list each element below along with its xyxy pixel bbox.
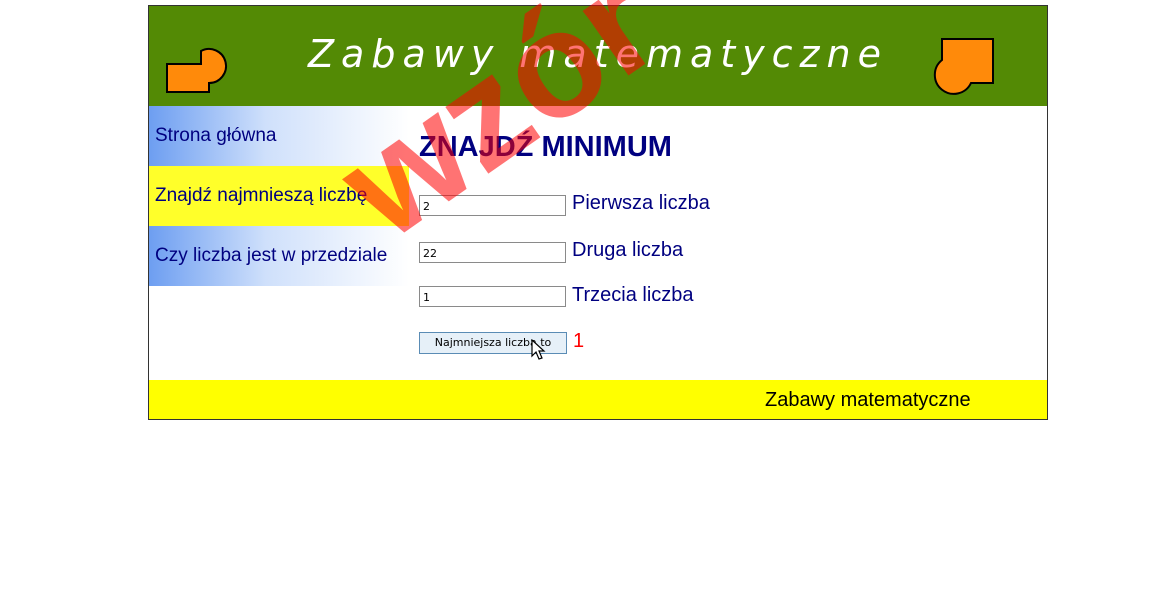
page-title: ZNAJDŹ MINIMUM (419, 131, 672, 163)
second-number-input[interactable]: 22 (419, 242, 566, 263)
sidebar-item-home[interactable]: Strona główna (149, 106, 409, 166)
sidebar-item-find-min[interactable]: Znajdź najmnieszą liczbę (149, 166, 409, 226)
sidebar-item-in-range[interactable]: Czy liczba jest w przedziale (149, 226, 409, 286)
minimum-result: 1 (573, 330, 585, 352)
site-title: Zabawy matematyczne (308, 32, 888, 76)
third-number-input[interactable]: 1 (419, 286, 566, 307)
second-number-label: Druga liczba (572, 239, 684, 261)
third-number-label: Trzecia liczba (572, 284, 694, 306)
mouse-pointer-icon (531, 339, 546, 360)
page-frame: Zabawy matematyczne Strona główna Znajdź… (148, 5, 1048, 420)
first-number-input[interactable]: 2 (419, 195, 566, 216)
first-number-label: Pierwsza liczba (572, 192, 710, 214)
footer-text: Zabawy matematyczne (765, 389, 971, 411)
header-banner: Zabawy matematyczne (149, 6, 1047, 106)
